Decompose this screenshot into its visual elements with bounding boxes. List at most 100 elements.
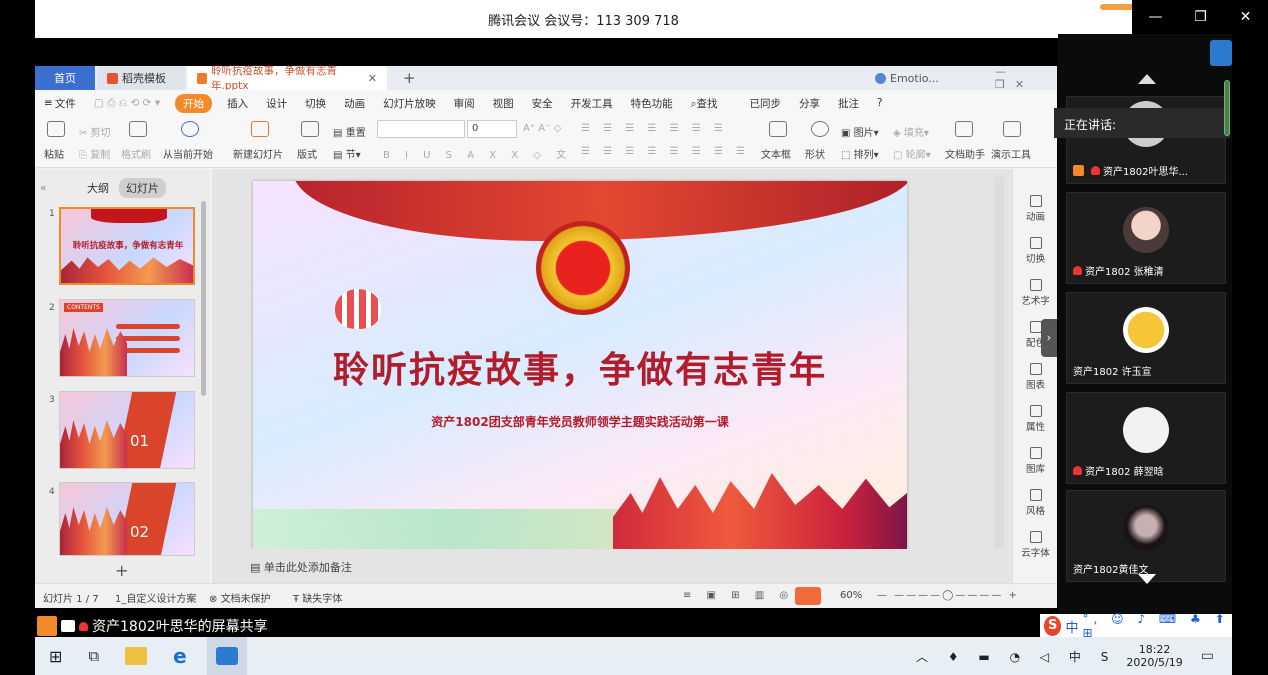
panel-expand-button[interactable]: › <box>1041 319 1057 357</box>
quick-tools-icon[interactable]: ▢ ⎙ ⎌ ⟲ ⟳ ▾ <box>85 97 169 110</box>
start-button[interactable]: ⊞ <box>49 647 62 666</box>
menu-home[interactable]: 开始 <box>175 93 213 113</box>
menu-file[interactable]: 文件 <box>55 96 85 111</box>
scroll-down-icon[interactable] <box>1138 574 1156 584</box>
picture-button[interactable]: ▣ 图片▾ <box>841 124 879 139</box>
sogou-icon[interactable]: S <box>1044 616 1062 636</box>
help-icon[interactable]: ? <box>868 97 892 109</box>
menu-slideshow[interactable]: 幻灯片放映 <box>374 96 445 111</box>
account-area[interactable]: Emotio... <box>865 66 949 90</box>
paste-button[interactable]: 粘贴 <box>44 146 64 161</box>
slide-thumb-3[interactable]: 01 <box>59 391 195 469</box>
menu-search[interactable]: ⌕查找 <box>682 96 727 111</box>
minimize-button[interactable]: — <box>1133 9 1178 25</box>
clock[interactable]: 18:22 2020/5/19 <box>1126 643 1182 669</box>
system-tray-icons[interactable]: ︿ ♦ ▬ ◔ ◁ 中 S <box>916 648 1116 665</box>
copy-button[interactable]: ⎘ 复制 <box>79 146 110 161</box>
notification-icon[interactable]: ▭ <box>1201 648 1214 664</box>
tab-outline[interactable]: 大纲 <box>87 180 109 196</box>
thumb-scrollbar[interactable] <box>201 201 206 396</box>
presenter-tools-icon[interactable] <box>1003 121 1021 137</box>
fill-button[interactable]: ◈ 填充▾ <box>893 124 929 139</box>
layout-button[interactable]: 版式 <box>297 146 317 161</box>
menu-design[interactable]: 设计 <box>257 96 296 111</box>
zoom-level[interactable]: 60% <box>840 590 862 601</box>
wps-window-controls[interactable]: —❐✕ <box>985 65 1057 91</box>
format-painter-icon[interactable] <box>129 121 147 137</box>
slide-title[interactable]: 聆听抗疫故事，争做有志青年 <box>253 341 907 393</box>
presenter-tools-button[interactable]: 演示工具 <box>991 146 1031 161</box>
cut-button[interactable]: ✂ 剪切 <box>79 124 111 139</box>
ime-tool-icons[interactable]: °, ☺ ♪ ⌨ ♣ ⬆ ⊞ <box>1083 612 1233 640</box>
participant-card-2[interactable]: 资产1802 张稚清 <box>1066 192 1226 284</box>
shape-button[interactable]: 形状 <box>805 146 825 161</box>
tab-slides[interactable]: 幻灯片 <box>119 178 166 198</box>
new-slide-button[interactable]: 新建幻灯片 <box>233 146 283 161</box>
slide-scrollbar[interactable] <box>994 177 1004 572</box>
tab-templates[interactable]: 稻壳模板 <box>97 66 185 90</box>
missing-font-status[interactable]: Ŧ 缺失字体 <box>293 590 342 605</box>
panel-properties[interactable]: 属性 <box>1013 405 1058 433</box>
font-style-icons[interactable]: B I U S A X X ◇ 文 <box>383 146 572 161</box>
tab-pptx-file[interactable]: 聆听抗疫故事，争做有志青年.pptx ✕ <box>187 65 387 92</box>
doc-helper-icon[interactable] <box>955 121 973 137</box>
menu-insert[interactable]: 插入 <box>218 96 257 111</box>
close-tab-icon[interactable]: ✕ <box>368 72 377 85</box>
theme-name[interactable]: 1_自定义设计方案 <box>115 590 196 605</box>
panel-gallery[interactable]: 图库 <box>1013 447 1058 475</box>
paste-icon[interactable] <box>47 121 65 137</box>
reset-button[interactable]: ▤ 重置 <box>333 124 366 139</box>
textbox-icon[interactable] <box>769 121 787 137</box>
new-slide-icon[interactable] <box>251 121 269 137</box>
panel-transition[interactable]: 切换 <box>1013 237 1058 265</box>
panel-wordart[interactable]: 艺术字 <box>1013 279 1058 307</box>
menu-view[interactable]: 视图 <box>484 96 523 111</box>
doc-helper-button[interactable]: 文档助手 <box>945 146 985 161</box>
menu-synced[interactable]: 已同步 <box>740 96 790 111</box>
paragraph-icons[interactable]: ☰ ☰ ☰ ☰ ☰ ☰ ☰ <box>581 123 728 134</box>
slide-thumb-1[interactable]: 聆听抗疫故事，争做有志青年 <box>59 207 195 285</box>
menu-features[interactable]: 特色功能 <box>622 96 682 111</box>
play-icon[interactable] <box>181 121 199 137</box>
font-name-select[interactable] <box>377 120 465 138</box>
menu-comment[interactable]: 批注 <box>829 96 868 111</box>
task-view-icon[interactable]: ⧉ <box>88 647 99 665</box>
close-button[interactable]: ✕ <box>1223 9 1268 25</box>
participant-card-5[interactable]: 资产1802黄佳文 <box>1066 490 1226 582</box>
play-slideshow-button[interactable] <box>795 587 821 605</box>
font-size-select[interactable]: 0 <box>467 120 517 138</box>
menu-transition[interactable]: 切换 <box>296 96 335 111</box>
align-icons[interactable]: ☰ ☰ ☰ ☰ ☰ ☰ ☰ ☰ <box>581 146 750 157</box>
participant-card-3[interactable]: 资产1802 许玉宣 <box>1066 292 1226 384</box>
restore-button[interactable]: ❐ <box>1178 9 1223 25</box>
font-grow-icon[interactable]: A⁺ A⁻ ◇ <box>523 123 561 134</box>
panel-chart[interactable]: 图表 <box>1013 363 1058 391</box>
edge-icon[interactable]: e <box>173 644 187 668</box>
textbox-button[interactable]: 文本框 <box>761 146 791 161</box>
view-mode-icons[interactable]: ≡ ▣ ⊞ ▥ ◎ <box>683 590 794 601</box>
tab-home[interactable]: 首页 <box>35 66 95 90</box>
panel-cloud-font[interactable]: 云字体 <box>1013 531 1058 559</box>
panel-style[interactable]: 风格 <box>1013 489 1058 517</box>
current-slide[interactable]: 聆听抗疫故事，争做有志青年 资产1802团支部青年党员教师领学主题实践活动第一课 <box>253 181 907 549</box>
menu-security[interactable]: 安全 <box>523 96 562 111</box>
new-tab-button[interactable]: + <box>393 66 426 90</box>
participant-card-4[interactable]: 资产1802 薛翌晗 <box>1066 392 1226 484</box>
add-slide-button[interactable]: + <box>115 561 128 580</box>
format-painter-button[interactable]: 格式刷 <box>121 146 151 161</box>
menu-share[interactable]: 分享 <box>790 96 829 111</box>
ime-mode[interactable]: 中 <box>1065 617 1078 636</box>
zoom-slider[interactable]: — ————◯———— + <box>877 590 1017 601</box>
collapse-pane-icon[interactable]: « <box>40 181 47 194</box>
doc-protect-status[interactable]: ⊗ 文档未保护 <box>209 590 271 605</box>
scroll-up-icon[interactable] <box>1138 74 1156 84</box>
slide-subtitle[interactable]: 资产1802团支部青年党员教师领学主题实践活动第一课 <box>253 413 907 430</box>
slide-thumb-4[interactable]: 02 <box>59 482 195 556</box>
menu-dev-tools[interactable]: 开发工具 <box>562 96 622 111</box>
slide-thumb-2[interactable]: CONTENTS <box>59 299 195 377</box>
file-explorer-icon[interactable] <box>125 647 148 665</box>
panel-animation[interactable]: 动画 <box>1013 195 1058 223</box>
menu-review[interactable]: 审阅 <box>445 96 484 111</box>
arrange-button[interactable]: ⬚ 排列▾ <box>841 146 879 161</box>
menu-animation[interactable]: 动画 <box>335 96 374 111</box>
